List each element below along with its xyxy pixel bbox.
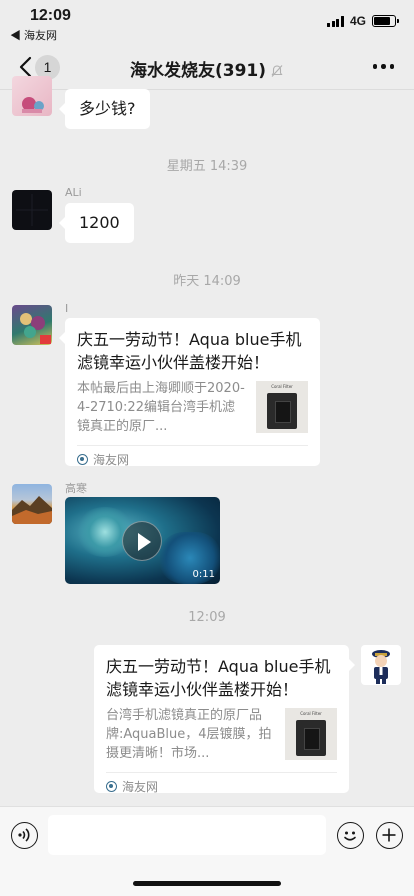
link-source: 海友网	[106, 772, 337, 800]
shared-link-card[interactable]: 庆五一劳动节！Aqua blue手机滤镜幸运小伙伴盖楼开始！ 本帖最后由上海卿顺…	[59, 318, 320, 467]
battery-icon	[372, 15, 399, 27]
play-icon[interactable]	[122, 521, 162, 561]
plus-icon[interactable]	[376, 822, 403, 849]
message-bubble[interactable]: 多少钱?	[59, 89, 150, 129]
sender-name: ALi	[65, 186, 82, 199]
avatar[interactable]	[12, 76, 52, 116]
link-thumbnail: Coral Filter	[285, 708, 337, 760]
chat-title-text: 海水发烧友(391)	[129, 61, 267, 81]
chat-header: 海水发烧友(391) 1	[0, 44, 414, 90]
avatar[interactable]	[12, 190, 52, 230]
thumbnail-label: Coral Filter	[271, 384, 293, 389]
status-indicators: 4G	[327, 14, 399, 28]
emoji-icon[interactable]	[337, 822, 364, 849]
thumbnail-label: Coral Filter	[300, 711, 322, 716]
haiyou-source-icon	[77, 454, 88, 465]
status-bar: 12:09 ◀ 海友网 4G	[0, 0, 414, 44]
my-avatar[interactable]	[361, 645, 401, 685]
more-icon[interactable]	[372, 64, 394, 69]
link-source-name: 海友网	[122, 780, 159, 794]
avatar[interactable]	[12, 484, 52, 524]
home-indicator[interactable]	[133, 881, 281, 886]
time-separator: 12:09	[188, 610, 226, 625]
haiyou-source-icon	[106, 781, 117, 792]
time-separator: 星期五 14:39	[166, 159, 248, 174]
link-description: 台湾手机滤镜真正的原厂品牌:AquaBlue，4层镀膜，拍摄更清晰！市场...	[106, 708, 272, 761]
link-source: 海友网	[77, 445, 308, 473]
link-title: 庆五一劳动节！Aqua blue手机滤镜幸运小伙伴盖楼开始！	[77, 330, 302, 372]
video-duration: 0:11	[192, 569, 215, 580]
shared-link-card[interactable]: 庆五一劳动节！Aqua blue手机滤镜幸运小伙伴盖楼开始！ 台湾手机滤镜真正的…	[94, 645, 355, 794]
sender-name: 高寒	[65, 482, 87, 495]
link-title: 庆五一劳动节！Aqua blue手机滤镜幸运小伙伴盖楼开始！	[106, 657, 331, 699]
back-to-app-link[interactable]: ◀ 海友网	[10, 27, 57, 43]
link-thumbnail: Coral Filter	[256, 381, 308, 433]
avatar[interactable]	[12, 305, 52, 345]
status-time: 12:09	[30, 7, 71, 24]
link-source-name: 海友网	[93, 453, 130, 467]
link-description: 本帖最后由上海卿顺于2020-4-2710:22编辑台湾手机滤镜真正的原厂...	[77, 381, 245, 434]
mute-icon	[271, 65, 283, 77]
message-bubble[interactable]: 1200	[59, 203, 134, 243]
chat-title: 海水发烧友(391)	[0, 56, 414, 81]
signal-icon	[327, 15, 344, 27]
sender-name: I	[65, 302, 69, 315]
voice-icon[interactable]	[11, 822, 38, 849]
message-input[interactable]	[48, 815, 326, 855]
network-type: 4G	[349, 14, 366, 28]
time-separator: 昨天 14:09	[173, 274, 241, 289]
video-message[interactable]: 0:11	[65, 497, 220, 584]
